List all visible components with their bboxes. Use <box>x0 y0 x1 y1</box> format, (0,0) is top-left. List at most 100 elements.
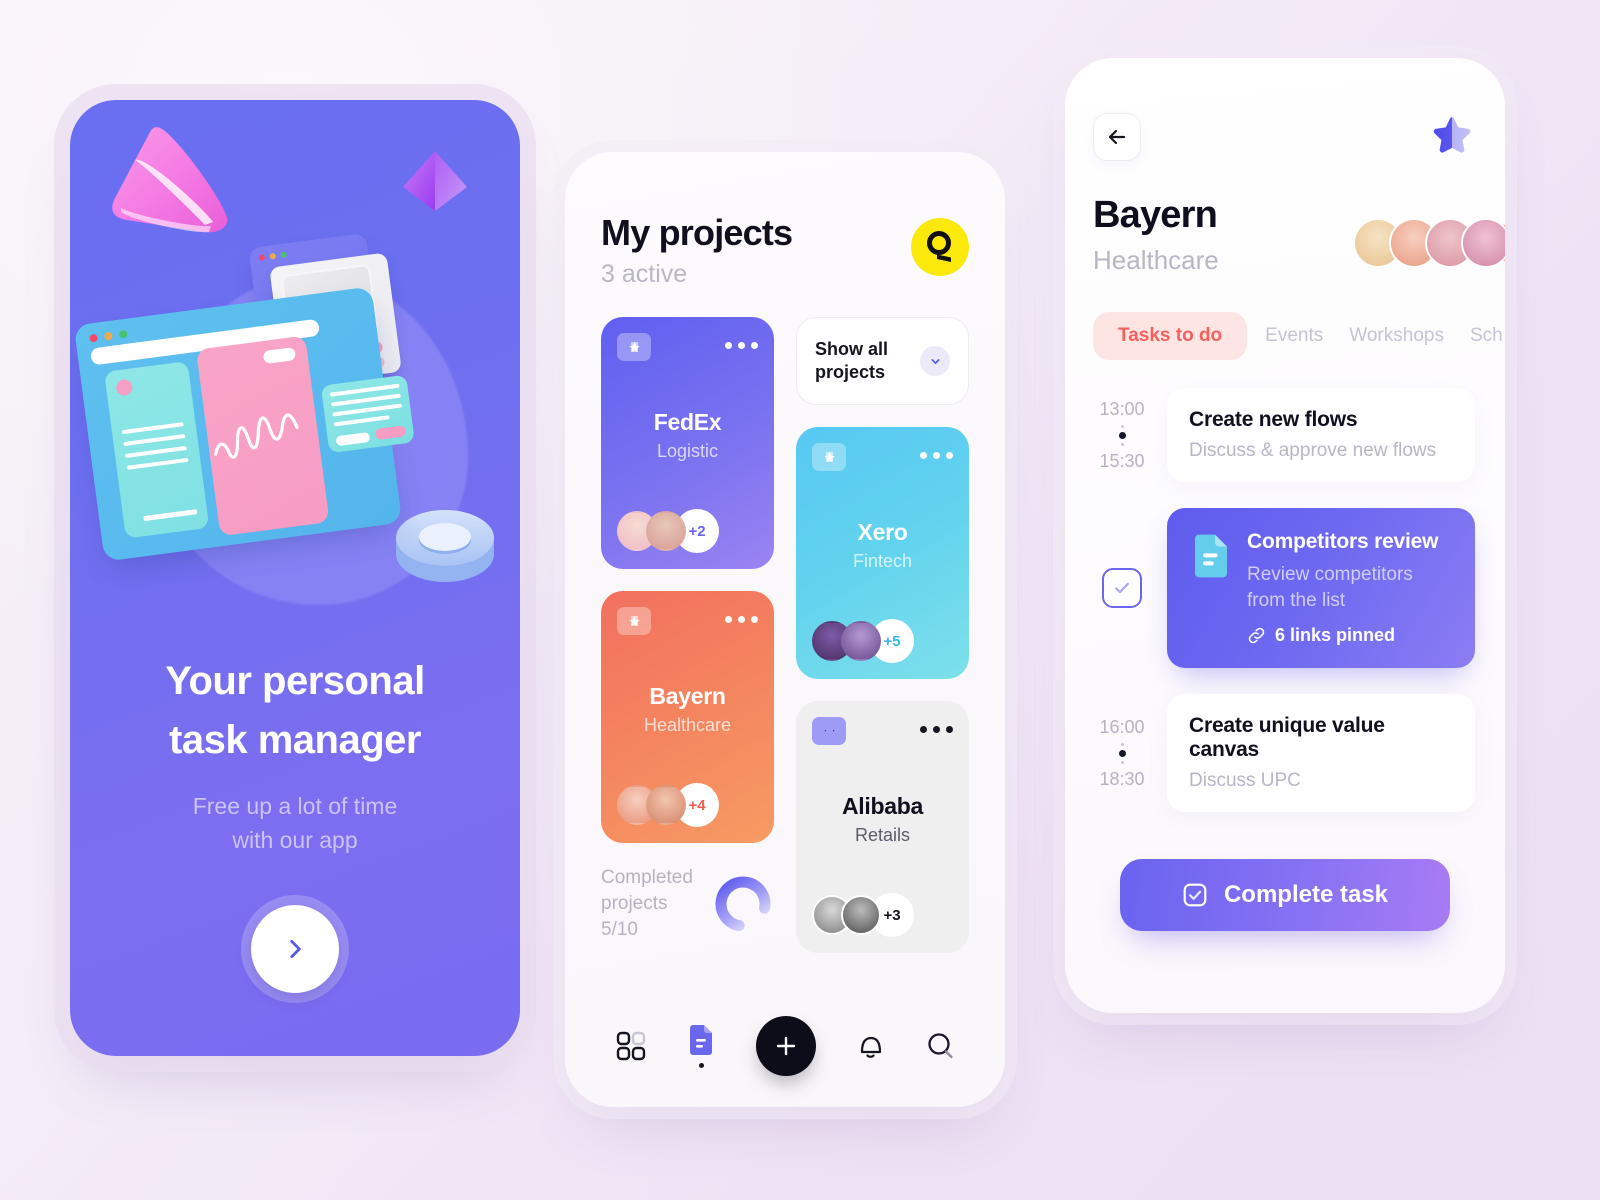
project-card-fedex[interactable]: FedEx Logistic +2 <box>601 317 774 569</box>
completion-progress-ring <box>715 876 771 932</box>
search-icon <box>928 1033 953 1059</box>
wave-chart-icon <box>214 413 299 459</box>
project-name: Xero <box>857 518 908 545</box>
nav-grid-button[interactable] <box>615 1030 647 1062</box>
headline-line-1: Your personal <box>165 659 425 703</box>
task-time-range: 13:00 15:30 <box>1093 399 1151 472</box>
add-button[interactable] <box>755 1016 816 1076</box>
complete-task-label: Complete task <box>1223 881 1389 908</box>
task-links[interactable]: 6 links pinned <box>1247 625 1438 646</box>
member-avatars[interactable]: +5 <box>812 619 953 663</box>
task-title: Create unique value canvas <box>1189 714 1385 762</box>
task-list: 13:00 15:30 Create new flows Discuss & a… <box>1065 360 1505 813</box>
card-menu-button[interactable] <box>920 443 953 459</box>
project-category: Retails <box>854 824 911 845</box>
star-icon <box>823 725 835 736</box>
card-menu-button[interactable] <box>920 717 953 733</box>
task-description-line-1: Review competitors <box>1247 564 1413 586</box>
project-card-alibaba[interactable]: Alibaba Retails +3 <box>796 701 969 953</box>
star-tag-icon <box>617 607 651 635</box>
project-category: Fintech <box>852 550 913 571</box>
completed-label-line-1: Completed <box>601 867 693 888</box>
check-icon <box>1115 582 1129 594</box>
nav-documents-button[interactable] <box>686 1024 716 1068</box>
onboarding-copy: Your personal task manager Free up a lot… <box>70 652 520 857</box>
project-title: Bayern <box>1093 194 1218 236</box>
time-divider-dots <box>1093 738 1151 769</box>
task-checkbox[interactable] <box>1102 568 1142 609</box>
task-row: 16:00 18:30 Create unique value canvas D… <box>1093 694 1475 813</box>
window-traffic-lights <box>258 251 288 262</box>
completed-label-line-2: projects 5/10 <box>601 893 668 941</box>
tab-events[interactable]: Events <box>1257 312 1331 360</box>
member-avatars[interactable]: +4 <box>617 783 758 827</box>
nav-search-button[interactable] <box>925 1030 955 1062</box>
active-count: 3 active <box>601 260 688 288</box>
avatar <box>646 785 686 825</box>
task-start-time: 16:00 <box>1099 716 1145 737</box>
right-panel <box>320 374 415 454</box>
projects-column-left: FedEx Logistic +2 Bayern Healthcare +4 C… <box>601 317 774 953</box>
task-card[interactable]: Create new flows Discuss & approve new f… <box>1167 388 1475 483</box>
task-title: Competitors review <box>1247 530 1439 554</box>
next-button[interactable] <box>251 905 339 993</box>
brand-logo[interactable] <box>911 218 969 276</box>
project-category: Healthcare <box>643 714 732 735</box>
star-icon <box>628 615 640 626</box>
bottom-navigation <box>565 1011 1005 1081</box>
show-all-projects-button[interactable]: Show all projects <box>796 317 969 405</box>
task-time-range: 16:00 18:30 <box>1093 717 1151 790</box>
hero-illustration <box>70 100 520 630</box>
document-icon <box>1195 534 1227 578</box>
team-avatars[interactable]: + <box>1353 218 1505 269</box>
detail-tabs: Tasks to do Events Workshops Sch <box>1065 276 1505 361</box>
card-menu-button[interactable] <box>725 333 758 349</box>
page-title: My projects <box>601 212 793 253</box>
avatar <box>841 621 881 661</box>
subtitle-line-1: Free up a lot of time <box>192 793 398 820</box>
task-links-label: 6 links pinned <box>1275 625 1396 646</box>
task-description: Discuss UPC <box>1189 770 1301 792</box>
task-card-highlighted[interactable]: Competitors review Review competitors fr… <box>1167 508 1475 669</box>
project-detail-screen: Bayern Healthcare + Tasks to do Events W… <box>1065 58 1505 1013</box>
chevron-right-icon <box>290 940 301 958</box>
star-icon <box>823 451 835 462</box>
torus-shape-icon <box>396 510 494 582</box>
show-all-label-line-2: projects <box>815 362 886 382</box>
project-name: FedEx <box>653 408 722 435</box>
nav-active-indicator <box>698 1063 704 1068</box>
task-description-line-2: from the list <box>1247 589 1346 611</box>
back-button[interactable] <box>1093 113 1141 161</box>
tetrahedron-shape-icon <box>403 151 467 211</box>
document-icon <box>690 1025 713 1055</box>
nav-notifications-button[interactable] <box>856 1030 886 1062</box>
card-menu-button[interactable] <box>725 607 758 623</box>
tab-workshops[interactable]: Workshops <box>1341 312 1452 360</box>
star-tag-icon <box>812 717 846 745</box>
check-square-icon <box>1183 883 1207 907</box>
member-avatars[interactable]: +3 <box>812 893 953 937</box>
project-card-xero[interactable]: Xero Fintech +5 <box>796 427 969 679</box>
star-icon <box>628 341 640 352</box>
project-detail-header: Bayern Healthcare + <box>1065 161 1505 276</box>
arrow-left-icon <box>1108 129 1126 145</box>
headline-line-2: task manager <box>169 718 421 763</box>
task-row: 13:00 15:30 Create new flows Discuss & a… <box>1093 388 1475 483</box>
project-category: Logistic <box>656 440 719 461</box>
tab-schedule[interactable]: Sch <box>1462 312 1505 360</box>
detail-topbar <box>1065 113 1505 161</box>
projects-grid: FedEx Logistic +2 Bayern Healthcare +4 C… <box>601 317 969 953</box>
tab-tasks-to-do[interactable]: Tasks to do <box>1093 312 1248 361</box>
plus-icon <box>776 1036 796 1056</box>
projects-column-right: Show all projects Xero Fintech +5 Alibab… <box>796 317 969 953</box>
complete-task-button[interactable]: Complete task <box>1120 859 1450 931</box>
star-icon[interactable] <box>1429 113 1475 159</box>
avatar <box>646 511 686 551</box>
task-card[interactable]: Create unique value canvas Discuss UPC <box>1167 694 1475 813</box>
avatar <box>1461 218 1505 269</box>
member-avatars[interactable]: +2 <box>617 509 758 553</box>
task-end-time: 15:30 <box>1099 450 1145 471</box>
projects-screen: My projects 3 active FedEx Logistic +2 B… <box>565 152 1005 1107</box>
project-card-bayern[interactable]: Bayern Healthcare +4 <box>601 591 774 843</box>
chart-panel <box>195 335 330 537</box>
